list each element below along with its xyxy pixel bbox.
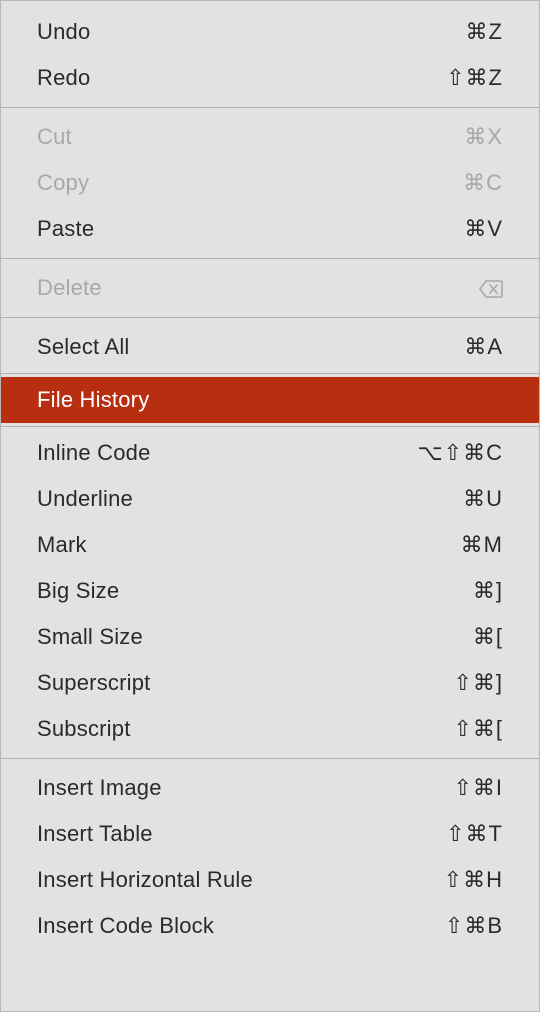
menu-item-label: File History (37, 387, 149, 413)
menu-item-shortcut: ⌥⇧⌘C (417, 440, 503, 466)
menu-item-label: Redo (37, 65, 90, 91)
menu-item-label: Inline Code (37, 440, 151, 466)
menu-item-small-size[interactable]: Small Size ⌘[ (1, 614, 539, 660)
menu-item-paste[interactable]: Paste ⌘V (1, 206, 539, 252)
menu-item-shortcut: ⇧⌘] (453, 670, 503, 696)
menu-item-underline[interactable]: Underline ⌘U (1, 476, 539, 522)
menu-item-shortcut: ⇧⌘H (444, 867, 503, 893)
menu-item-shortcut: ⌘[ (473, 624, 503, 650)
menu-item-shortcut: ⌘Z (466, 19, 503, 45)
menu-item-shortcut: ⌘C (463, 170, 503, 196)
menu-item-select-all[interactable]: Select All ⌘A (1, 324, 539, 370)
menu-item-label: Select All (37, 334, 130, 360)
menu-item-label: Insert Table (37, 821, 153, 847)
menu-item-label: Delete (37, 275, 102, 301)
menu-item-shortcut: ⇧⌘Z (446, 65, 503, 91)
context-menu: Undo ⌘Z Redo ⇧⌘Z Cut ⌘X Copy ⌘C Paste ⌘V Delete Sel… (1, 1, 539, 957)
menu-item-undo[interactable]: Undo ⌘Z (1, 9, 539, 55)
menu-item-label: Subscript (37, 716, 131, 742)
menu-separator (1, 258, 539, 259)
backspace-icon (479, 275, 503, 300)
menu-item-shortcut: ⌘V (464, 216, 503, 242)
menu-separator (1, 317, 539, 318)
menu-separator (1, 373, 539, 374)
menu-item-insert-table[interactable]: Insert Table ⇧⌘T (1, 811, 539, 857)
menu-item-redo[interactable]: Redo ⇧⌘Z (1, 55, 539, 101)
menu-separator (1, 758, 539, 759)
menu-item-insert-horizontal-rule[interactable]: Insert Horizontal Rule ⇧⌘H (1, 857, 539, 903)
menu-item-big-size[interactable]: Big Size ⌘] (1, 568, 539, 614)
menu-item-mark[interactable]: Mark ⌘M (1, 522, 539, 568)
menu-item-label: Undo (37, 19, 90, 45)
menu-item-copy: Copy ⌘C (1, 160, 539, 206)
menu-item-shortcut (479, 275, 503, 301)
menu-item-delete: Delete (1, 265, 539, 311)
menu-item-label: Insert Horizontal Rule (37, 867, 253, 893)
menu-item-shortcut: ⇧⌘T (446, 821, 503, 847)
menu-item-insert-code-block[interactable]: Insert Code Block ⇧⌘B (1, 903, 539, 949)
menu-item-shortcut: ⌘U (463, 486, 503, 512)
menu-item-file-history[interactable]: File History (1, 377, 539, 423)
menu-item-shortcut: ⌘] (473, 578, 503, 604)
menu-item-label: Big Size (37, 578, 119, 604)
menu-item-superscript[interactable]: Superscript ⇧⌘] (1, 660, 539, 706)
menu-item-shortcut: ⇧⌘B (445, 913, 503, 939)
menu-item-shortcut: ⌘M (461, 532, 503, 558)
menu-item-label: Insert Image (37, 775, 162, 801)
menu-item-shortcut: ⌘X (464, 124, 503, 150)
menu-item-subscript[interactable]: Subscript ⇧⌘[ (1, 706, 539, 752)
menu-item-shortcut: ⇧⌘I (453, 775, 503, 801)
menu-item-inline-code[interactable]: Inline Code ⌥⇧⌘C (1, 430, 539, 476)
menu-item-insert-image[interactable]: Insert Image ⇧⌘I (1, 765, 539, 811)
menu-item-label: Cut (37, 124, 72, 150)
menu-item-shortcut: ⇧⌘[ (453, 716, 503, 742)
menu-item-label: Small Size (37, 624, 143, 650)
menu-item-label: Paste (37, 216, 94, 242)
menu-separator (1, 107, 539, 108)
menu-item-label: Underline (37, 486, 133, 512)
menu-item-shortcut: ⌘A (464, 334, 503, 360)
menu-item-label: Superscript (37, 670, 150, 696)
menu-item-label: Mark (37, 532, 87, 558)
menu-item-label: Insert Code Block (37, 913, 214, 939)
menu-item-cut: Cut ⌘X (1, 114, 539, 160)
menu-item-label: Copy (37, 170, 89, 196)
menu-separator (1, 426, 539, 427)
